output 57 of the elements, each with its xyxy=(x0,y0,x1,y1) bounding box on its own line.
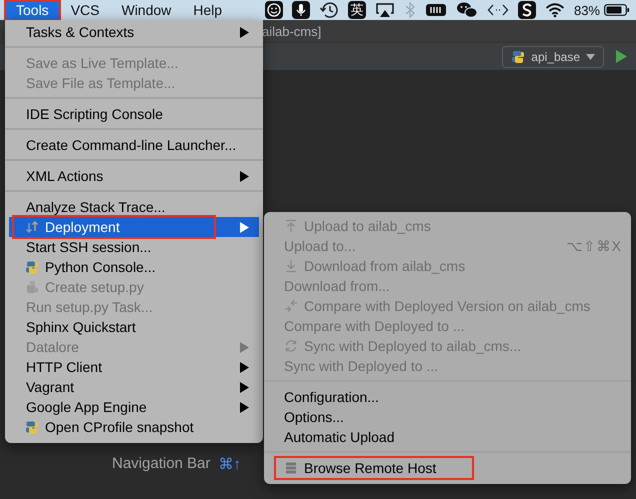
menu-item[interactable]: Deployment xyxy=(9,217,259,237)
chat-bubbles-icon[interactable] xyxy=(456,1,478,19)
menu-item[interactable]: Tasks & Contexts xyxy=(5,22,263,42)
menu-item[interactable]: Browse Remote Host xyxy=(264,458,631,478)
submenu-arrow-icon xyxy=(240,402,249,412)
wifi-icon[interactable] xyxy=(544,2,565,18)
menu-item[interactable]: Configuration... xyxy=(264,387,631,407)
menu-item[interactable]: Sphinx Quickstart xyxy=(5,317,263,337)
input-method-indicator[interactable]: 英 xyxy=(348,1,366,19)
python-icon xyxy=(511,50,526,64)
menu-item[interactable]: HTTP Client xyxy=(5,357,263,377)
window-title: ailab-cms] xyxy=(262,24,322,38)
download-icon xyxy=(284,259,298,273)
python-icon xyxy=(25,260,39,274)
menu-item[interactable]: Automatic Upload xyxy=(264,427,631,447)
run-configuration-dropdown[interactable]: api_base xyxy=(502,46,604,68)
smiley-icon[interactable] xyxy=(264,1,283,19)
compare-arrows-icon xyxy=(284,299,298,313)
menu-item[interactable]: Create Command-line Launcher... xyxy=(5,135,263,155)
submenu-arrow-icon xyxy=(240,362,249,372)
menu-bar-item[interactable]: VCS xyxy=(60,0,110,20)
shortcut-label: ⌥⇧⌘X xyxy=(566,238,622,254)
menu-item[interactable]: Vagrant xyxy=(5,377,263,397)
menu-bar-item[interactable]: Window xyxy=(110,0,182,20)
menu-item[interactable]: Analyze Stack Trace... xyxy=(5,197,263,217)
airplay-icon[interactable] xyxy=(374,2,395,18)
menu-item[interactable]: Start SSH session... xyxy=(5,237,263,257)
submenu-arrow-icon xyxy=(240,26,249,38)
menu-item[interactable]: XML Actions xyxy=(5,166,263,186)
shortcut-label: ⌘↑ xyxy=(218,455,241,473)
code-brackets-icon[interactable] xyxy=(486,2,509,18)
app-icon[interactable] xyxy=(518,1,536,19)
sync-icon xyxy=(284,339,298,353)
run-icon[interactable] xyxy=(616,50,627,63)
menu-item[interactable]: Google App Engine xyxy=(5,397,263,417)
battery-icon[interactable] xyxy=(604,3,630,17)
submenu-arrow-icon xyxy=(240,342,249,352)
submenu-arrow-icon xyxy=(240,382,249,392)
server-icon xyxy=(284,461,298,475)
menu-bar-item[interactable]: Tools xyxy=(5,0,60,20)
upload-icon xyxy=(284,219,298,233)
menu-item[interactable]: Options... xyxy=(264,407,631,427)
arrows-icon xyxy=(25,220,39,234)
package-icon xyxy=(25,280,39,294)
menu-item[interactable]: Open CProfile snapshot xyxy=(5,417,263,437)
menu-item[interactable]: Python Console... xyxy=(5,257,263,277)
submenu-arrow-icon xyxy=(240,222,249,232)
caret-icon xyxy=(586,54,595,60)
clock-icon[interactable] xyxy=(318,1,339,19)
microphone-icon[interactable] xyxy=(292,1,310,19)
menu-bar-item[interactable]: Help xyxy=(182,0,234,20)
menu-item[interactable]: IDE Scripting Console xyxy=(5,104,263,124)
battery-meter-icon[interactable] xyxy=(424,2,447,18)
editor-hint: Navigation Bar xyxy=(112,455,210,473)
submenu-arrow-icon xyxy=(240,170,249,182)
python-profile-icon xyxy=(25,420,39,434)
battery-percentage: 83% xyxy=(574,2,600,18)
